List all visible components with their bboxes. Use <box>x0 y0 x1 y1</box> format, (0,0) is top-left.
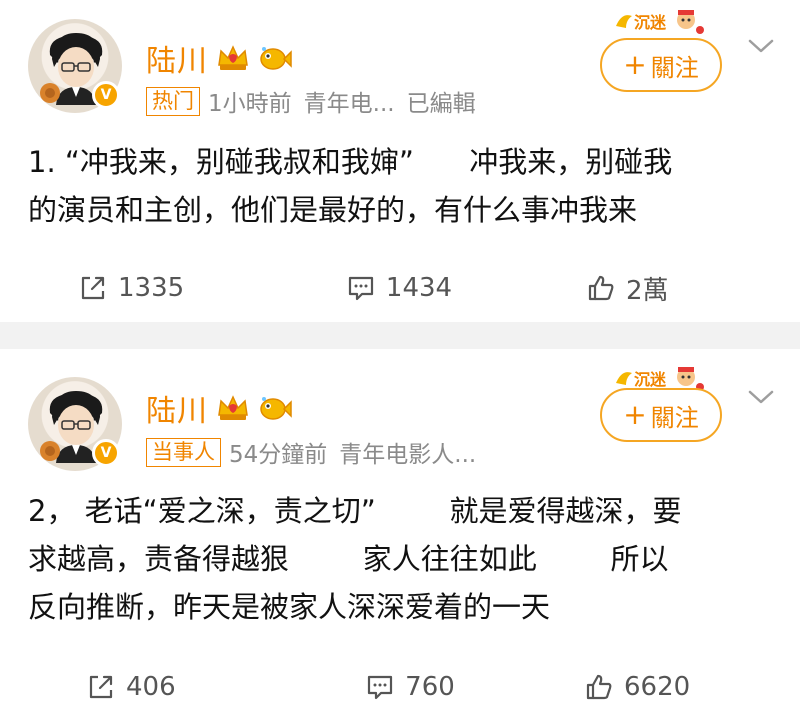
post-time: 1小時前 <box>208 91 292 117</box>
fish-icon <box>260 397 292 420</box>
avatar[interactable]: V <box>28 377 122 471</box>
post-actions: 1335 1434 2萬 <box>0 268 800 308</box>
avatar[interactable]: V <box>28 19 122 113</box>
crown-icon <box>218 395 248 420</box>
verified-icon: V <box>92 81 120 109</box>
follow-button[interactable]: + 關注 <box>600 38 722 92</box>
user-name-row: 陆川 <box>146 36 292 80</box>
post-source[interactable]: 青年电影人... <box>339 435 476 469</box>
user-name-row: 陆川 <box>146 386 292 430</box>
share-button[interactable]: 1335 <box>0 268 292 308</box>
comment-button[interactable]: 760 <box>302 667 518 707</box>
chevron-down-icon[interactable] <box>748 389 774 405</box>
fan-badge-icon: 沉迷 <box>616 10 704 34</box>
like-icon <box>586 674 612 700</box>
fan-badge-text: 沉迷 <box>634 13 667 32</box>
plus-icon: + <box>623 48 647 81</box>
chevron-down-icon[interactable] <box>748 38 774 54</box>
edited-label[interactable]: 已編輯 <box>407 84 476 118</box>
plus-icon: + <box>623 398 647 431</box>
share-button[interactable]: 406 <box>0 667 302 707</box>
like-icon <box>588 275 614 301</box>
post-meta: 热门 1小時前 青年电... 已編輯 <box>146 84 476 118</box>
comment-button[interactable]: 1434 <box>292 268 506 308</box>
comment-count: 760 <box>405 672 455 702</box>
crown-icon <box>218 45 248 70</box>
post-actions: 406 760 6620 <box>0 667 800 707</box>
like-button[interactable]: 6620 <box>518 667 800 707</box>
share-icon <box>89 675 113 699</box>
post-text: 1. “冲我来，别碰我叔和我婶” 冲我来，别碰我 的演员和主创，他们是最好的，有… <box>28 145 673 227</box>
follow-label: 關注 <box>650 53 699 82</box>
like-count: 6620 <box>624 672 691 702</box>
share-count: 406 <box>126 672 176 702</box>
share-icon <box>81 276 105 300</box>
comment-icon <box>348 276 374 301</box>
comment-icon <box>368 675 393 700</box>
fan-badge-text: 沉迷 <box>634 370 667 389</box>
fish-icon <box>260 47 292 70</box>
share-count: 1335 <box>118 273 185 303</box>
comment-count: 1434 <box>385 273 453 303</box>
post-text: 2， 老话“爱之深，责之切” 就是爱得越深，要 求越高，责备得越狠 家人往往如此… <box>28 494 682 624</box>
like-button[interactable]: 2萬 <box>506 268 800 308</box>
weibo-post-1: V 陆川 热门 1小時前 青年电... 已編輯 沉迷 + 關注 1. “冲我来，… <box>0 0 800 322</box>
follow-label: 關注 <box>650 403 699 432</box>
weibo-post-2: V 陆川 当事人 54分鐘前 青年电影人... 沉迷 + 關注 2， 老话“爱之… <box>0 349 800 723</box>
like-count: 2萬 <box>626 275 669 306</box>
post-meta: 当事人 54分鐘前 青年电影人... <box>146 435 476 469</box>
post-source[interactable]: 青年电... <box>304 84 395 118</box>
username[interactable]: 陆川 <box>146 36 208 80</box>
verified-icon: V <box>92 439 120 467</box>
username[interactable]: 陆川 <box>146 386 208 430</box>
hot-tag: 热门 <box>146 86 200 116</box>
follow-button[interactable]: + 關注 <box>600 388 722 442</box>
party-tag: 当事人 <box>146 437 221 467</box>
post-time: 54分鐘前 <box>229 442 328 468</box>
